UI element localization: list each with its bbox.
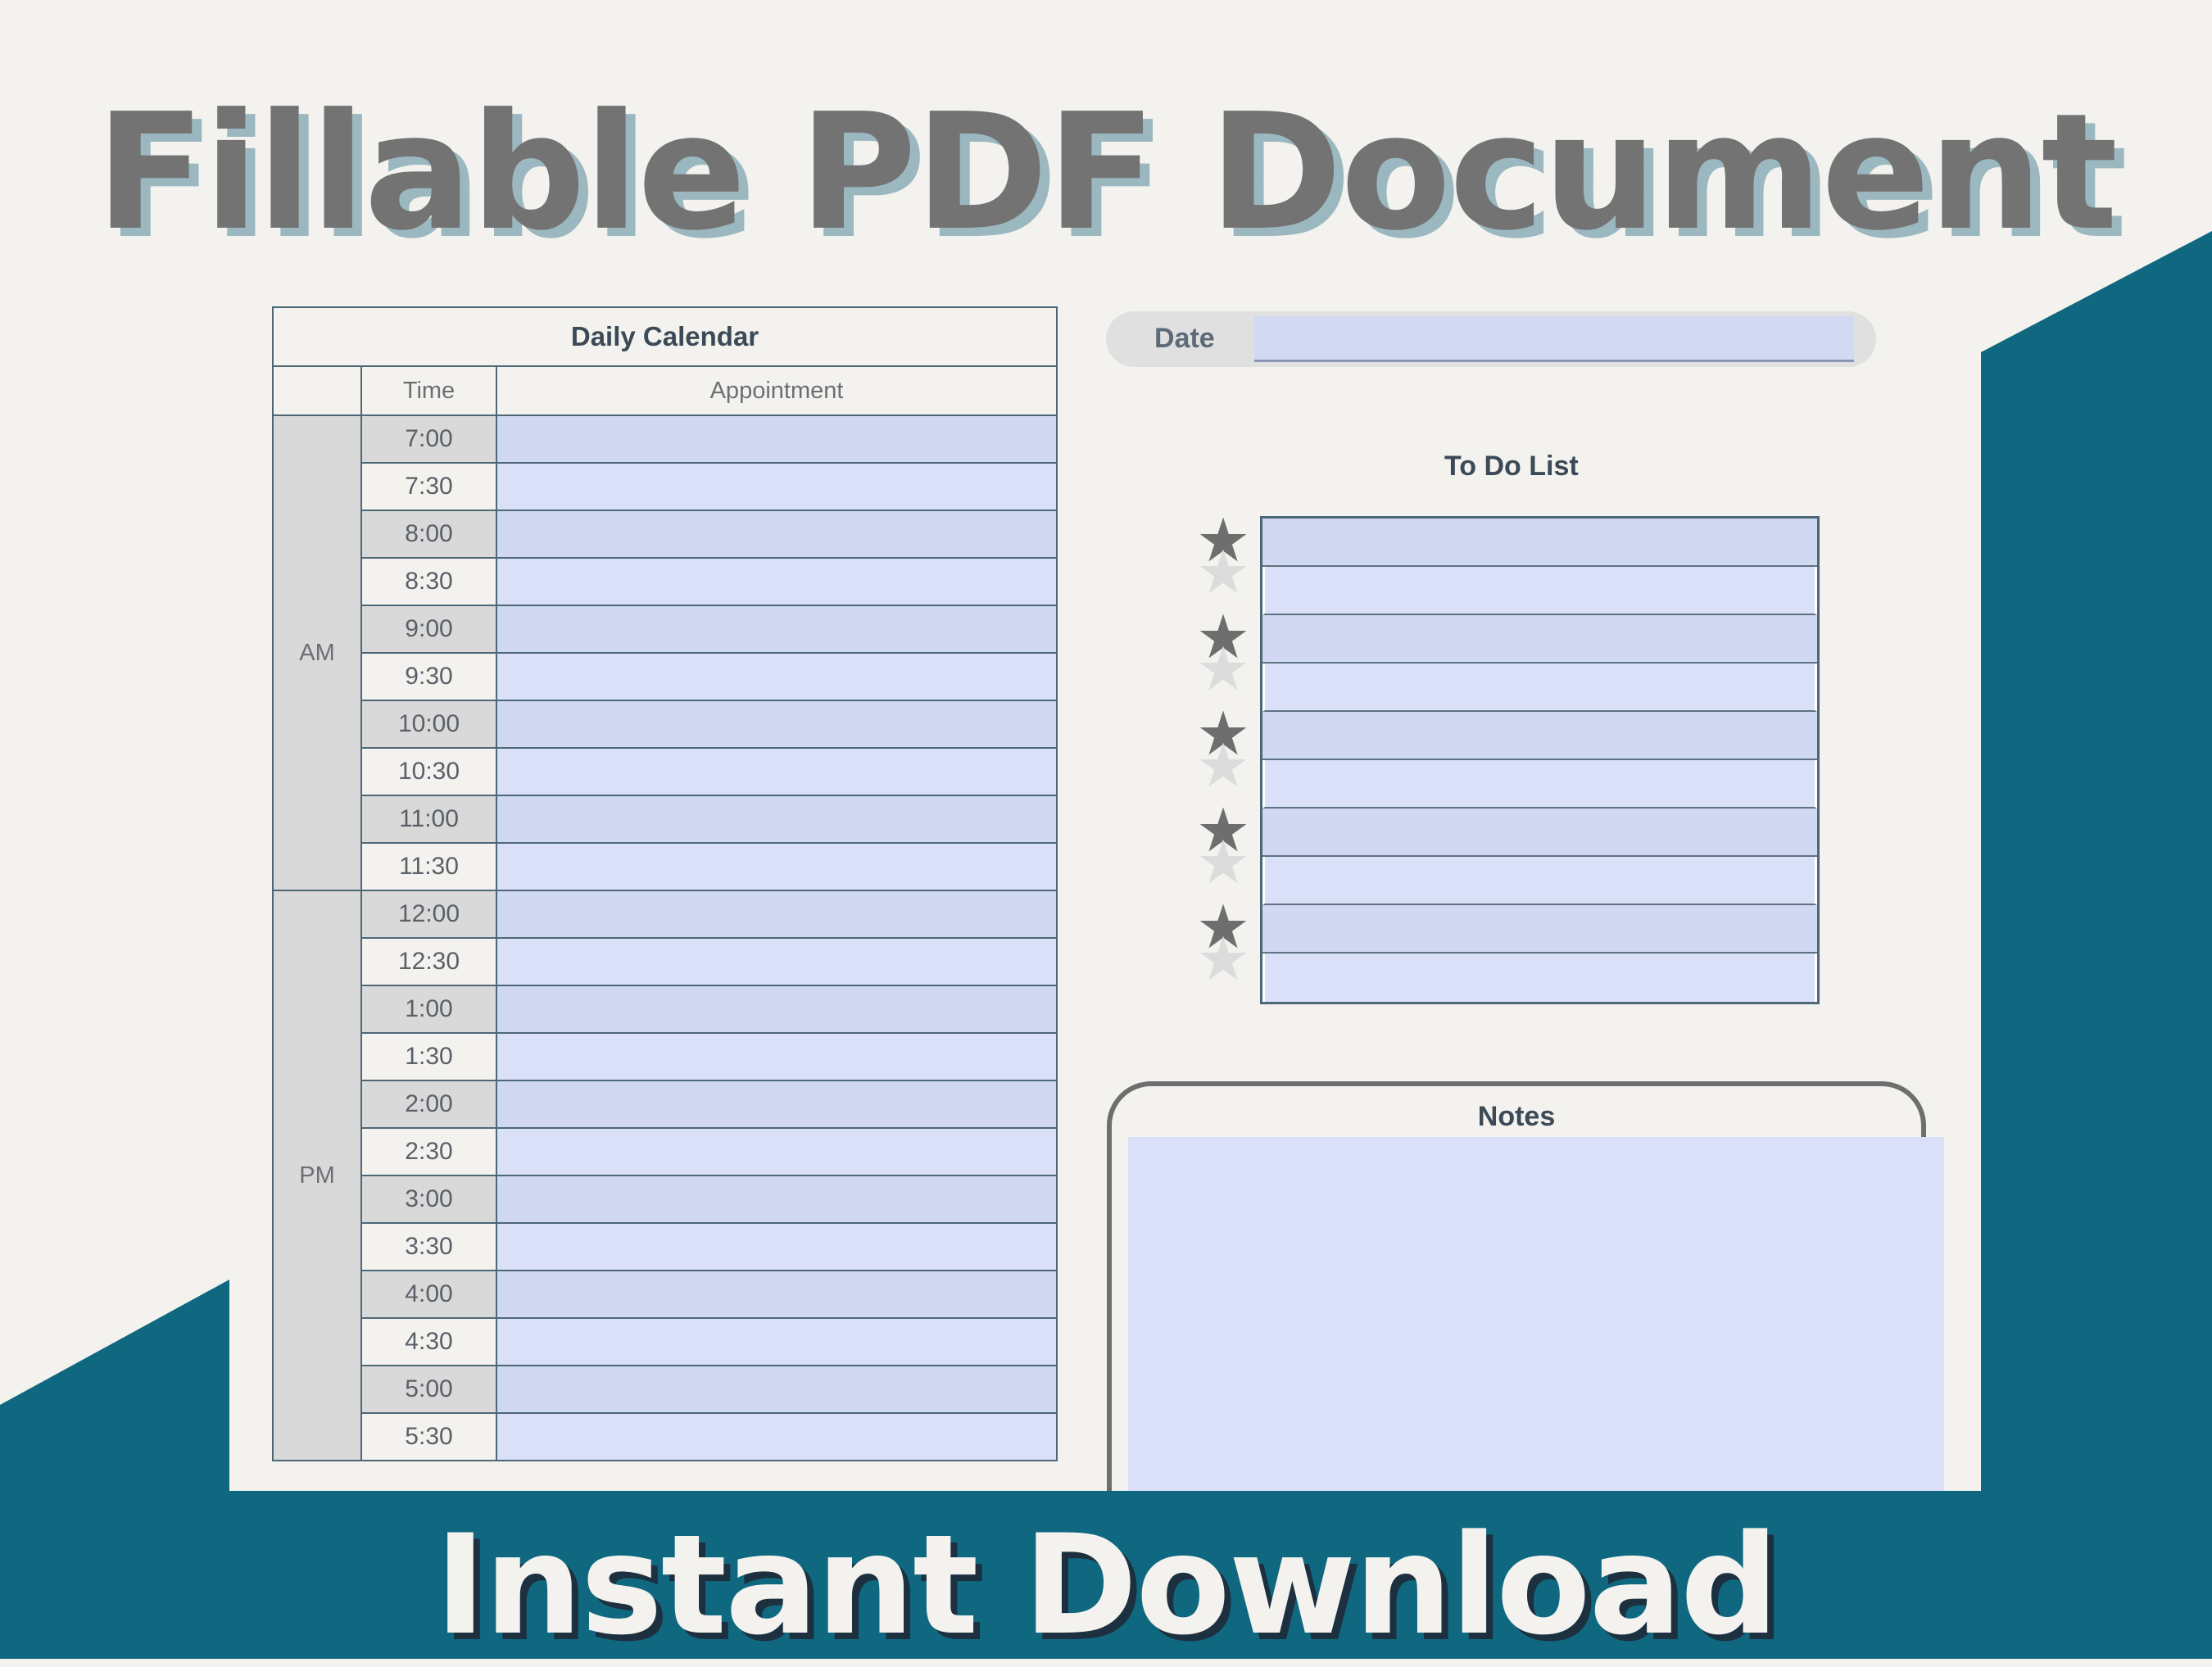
time-slot: 8:30	[360, 557, 497, 606]
calendar-row: 5:30	[273, 1412, 1058, 1461]
appointment-field[interactable]	[495, 1412, 1058, 1461]
calendar-row: 4:30	[273, 1317, 1058, 1366]
calendar-body: AM 7:00 7:30 8:00 8:30 9:00 9:30 10:00 10:30 11:0…	[272, 414, 1058, 1461]
teal-shape-right	[1981, 231, 2212, 1659]
time-slot: 1:30	[360, 1032, 497, 1081]
appointment-field[interactable]	[495, 842, 1058, 891]
todo-title: To Do List	[1444, 451, 1579, 482]
time-slot: 9:30	[360, 652, 497, 701]
notes-field[interactable]	[1128, 1137, 1944, 1491]
time-slot: 12:30	[360, 937, 497, 986]
calendar-row: 3:00	[273, 1175, 1058, 1224]
appointment-field[interactable]	[495, 890, 1058, 939]
appointment-field[interactable]	[495, 1365, 1058, 1414]
calendar-row: 4:00	[273, 1270, 1058, 1319]
appointment-field[interactable]	[495, 795, 1058, 844]
time-slot: 2:30	[360, 1127, 497, 1176]
planner-page: Daily Calendar Time Appointment AM 7:00 7:…	[230, 287, 1981, 1491]
todo-item-field[interactable]	[1262, 760, 1817, 809]
star-icon[interactable]: ★	[1195, 832, 1251, 893]
star-icon[interactable]: ★	[1195, 736, 1251, 796]
date-label: Date	[1154, 323, 1215, 354]
appointment-field[interactable]	[495, 557, 1058, 606]
time-slot: 4:00	[360, 1270, 497, 1319]
period-pm: PM	[272, 890, 362, 1461]
daily-calendar-table: Daily Calendar Time Appointment AM 7:00 7:…	[271, 306, 1058, 1461]
appointment-field[interactable]	[495, 605, 1058, 654]
calendar-row: 8:00	[273, 510, 1058, 559]
appointment-field[interactable]	[495, 414, 1058, 464]
calendar-row: 1:30	[273, 1032, 1058, 1081]
footer-banner: Instant Download	[434, 1505, 1779, 1665]
todo-item-field[interactable]	[1262, 905, 1817, 954]
time-slot: 5:30	[360, 1412, 497, 1461]
time-slot: 12:00	[360, 890, 497, 939]
appointment-field[interactable]	[495, 1317, 1058, 1366]
calendar-row: 2:30	[273, 1127, 1058, 1176]
calendar-title: Daily Calendar	[271, 306, 1058, 367]
calendar-row: 5:00	[273, 1365, 1058, 1414]
todo-item-field[interactable]	[1262, 954, 1817, 1002]
calendar-row: 12:30	[273, 937, 1058, 986]
appointment-field[interactable]	[495, 747, 1058, 796]
period-am: AM	[272, 414, 362, 891]
calendar-row: 3:30	[273, 1222, 1058, 1271]
todo-list	[1260, 516, 1820, 1004]
appointment-field[interactable]	[495, 1270, 1058, 1319]
appointment-field[interactable]	[495, 1175, 1058, 1224]
appointment-header: Appointment	[495, 365, 1058, 416]
calendar-row: AM 7:00	[272, 414, 1058, 891]
star-icon[interactable]: ★	[1195, 929, 1251, 990]
todo-item-field[interactable]	[1262, 615, 1817, 664]
appointment-field[interactable]	[495, 1080, 1058, 1129]
time-slot: 1:00	[360, 985, 497, 1034]
calendar-row: PM 12:00	[272, 890, 1058, 1461]
calendar-row: 1:00	[273, 985, 1058, 1034]
appointment-field[interactable]	[495, 652, 1058, 701]
calendar-row: 11:00	[273, 795, 1058, 844]
appointment-field[interactable]	[495, 985, 1058, 1034]
appointment-field[interactable]	[495, 1127, 1058, 1176]
time-slot: 11:00	[360, 795, 497, 844]
todo-item-field[interactable]	[1262, 664, 1817, 712]
todo-item-field[interactable]	[1262, 809, 1817, 857]
time-header: Time	[360, 365, 497, 416]
notes-title: Notes	[1477, 1101, 1556, 1132]
time-slot: 11:30	[360, 842, 497, 891]
calendar-row: 10:00	[273, 700, 1058, 749]
time-slot: 4:30	[360, 1317, 497, 1366]
calendar-row: 10:30	[273, 747, 1058, 796]
calendar-row: 2:00	[273, 1080, 1058, 1129]
calendar-row: 11:30	[273, 842, 1058, 891]
time-slot: 10:30	[360, 747, 497, 796]
star-icon[interactable]: ★	[1195, 542, 1251, 603]
appointment-field[interactable]	[495, 1222, 1058, 1271]
appointment-field[interactable]	[495, 937, 1058, 986]
appointment-field[interactable]	[495, 510, 1058, 559]
time-slot: 3:00	[360, 1175, 497, 1224]
appointment-field[interactable]	[495, 700, 1058, 749]
time-slot: 7:00	[360, 414, 497, 464]
time-slot: 3:30	[360, 1222, 497, 1271]
star-icon[interactable]: ★	[1195, 639, 1251, 700]
headline-title: Fillable PDF Document	[95, 79, 2118, 266]
todo-item-field[interactable]	[1262, 712, 1817, 760]
date-field[interactable]	[1254, 316, 1854, 362]
calendar-row: 8:30	[273, 557, 1058, 606]
time-slot: 5:00	[360, 1365, 497, 1414]
todo-item-field[interactable]	[1262, 567, 1817, 615]
appointment-field[interactable]	[495, 462, 1058, 511]
time-slot: 7:30	[360, 462, 497, 511]
time-slot: 10:00	[360, 700, 497, 749]
appointment-field[interactable]	[495, 1032, 1058, 1081]
time-slot: 2:00	[360, 1080, 497, 1129]
calendar-row: 7:30	[273, 462, 1058, 511]
calendar-row: 9:00	[273, 605, 1058, 654]
time-slot: 9:00	[360, 605, 497, 654]
calendar-row: 9:30	[273, 652, 1058, 701]
time-slot: 8:00	[360, 510, 497, 559]
period-header	[272, 365, 362, 416]
todo-item-field[interactable]	[1262, 857, 1817, 905]
todo-item-field[interactable]	[1262, 519, 1817, 567]
